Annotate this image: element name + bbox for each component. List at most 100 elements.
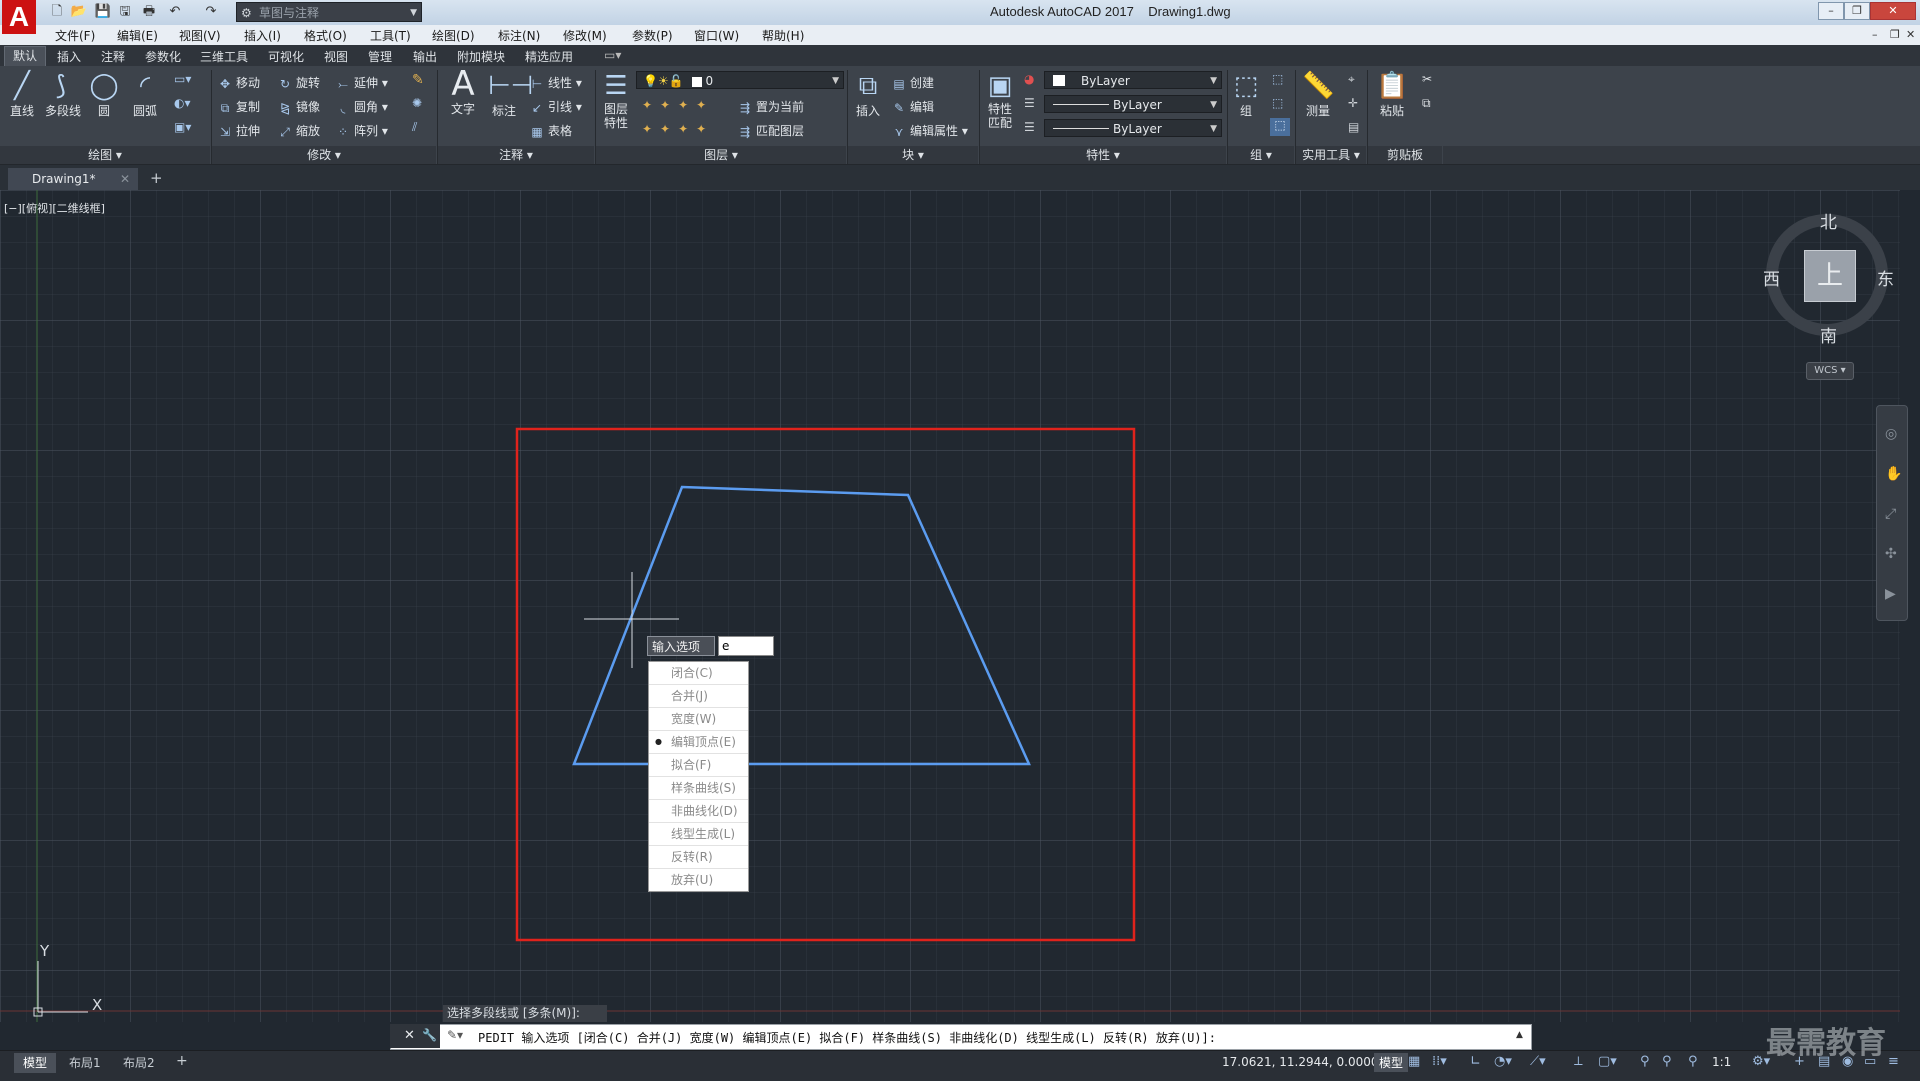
option-fit[interactable]: 拟合(F) xyxy=(649,754,748,777)
layer-state-icons[interactable]: ✦✦✦✦ xyxy=(642,98,714,112)
menu-dimension[interactable]: 标注(N) xyxy=(498,27,540,44)
grid-icon[interactable]: ▦ xyxy=(1408,1054,1420,1069)
model-space-button[interactable]: 模型 xyxy=(1374,1053,1409,1072)
layout-tab-model[interactable]: 模型 xyxy=(14,1053,57,1073)
menu-draw[interactable]: 绘图(D) xyxy=(432,27,475,44)
leader-tool[interactable]: ↙ 引线 ▾ xyxy=(530,98,582,115)
quick-select-icon[interactable]: ⌖ xyxy=(1348,72,1355,87)
compass-west[interactable]: 西 xyxy=(1763,265,1780,290)
erase-icon[interactable]: ✎ xyxy=(412,72,424,88)
tab-manage[interactable]: 管理 xyxy=(368,48,392,65)
menu-edit[interactable]: 编辑(E) xyxy=(117,27,158,44)
layout-tab-2[interactable]: 布局2 xyxy=(114,1053,164,1073)
isometric-icon[interactable]: ⟋▾ xyxy=(1530,1054,1546,1069)
calculator-icon[interactable]: ▤ xyxy=(1348,120,1359,134)
panel-annotation-label[interactable]: 注释 ▾ xyxy=(438,146,594,164)
menu-modify[interactable]: 修改(M) xyxy=(563,27,607,44)
annotation-scale-value[interactable]: 1:1 xyxy=(1712,1055,1731,1069)
tab-home[interactable]: 默认 xyxy=(4,46,47,66)
customization-menu-icon[interactable]: ≡ xyxy=(1888,1054,1899,1069)
option-undo[interactable]: 放弃(U) xyxy=(649,869,748,891)
hatch-icon[interactable]: ◐▾ xyxy=(174,96,191,110)
application-menu-logo[interactable]: A xyxy=(2,0,36,34)
layer-dropdown[interactable]: 💡☀🔓 0 ▼ xyxy=(636,71,844,89)
workspace-dropdown[interactable]: ⚙ 草图与注释 ▼ xyxy=(236,2,422,22)
panel-properties-label[interactable]: 特性 ▾ xyxy=(980,146,1226,164)
linetype-dropdown[interactable]: ByLayer ▼ xyxy=(1044,95,1222,113)
doc-restore-button[interactable]: ❐ xyxy=(1890,28,1900,41)
ortho-icon[interactable]: ∟ xyxy=(1470,1054,1481,1069)
menu-file[interactable]: 文件(F) xyxy=(55,27,95,44)
arc-tool[interactable]: ◜ 圆弧 xyxy=(129,70,161,119)
line-tool[interactable]: ╱ 直线 xyxy=(6,70,38,119)
close-icon[interactable]: ✕ xyxy=(120,168,130,190)
layer-tool-icons[interactable]: ✦✦✦✦ xyxy=(642,122,714,136)
linear-dim-tool[interactable]: ⊢ 线性 ▾ xyxy=(530,74,582,91)
zoom-extents-icon[interactable]: ⤢ xyxy=(1885,506,1896,522)
fillet-tool[interactable]: ◟ 圆角 ▾ xyxy=(336,98,388,115)
option-reverse[interactable]: 反转(R) xyxy=(649,846,748,869)
tab-view[interactable]: 视图 xyxy=(324,48,348,65)
layer-properties-tool[interactable]: ☰ 图层 特性 xyxy=(600,70,632,130)
dimension-tool[interactable]: ⊢⊣ 标注 xyxy=(488,70,533,119)
tab-parametric[interactable]: 参数化 xyxy=(145,48,181,65)
tab-visualize[interactable]: 可视化 xyxy=(268,48,304,65)
panel-block-label[interactable]: 块 ▾ xyxy=(848,146,978,164)
menu-format[interactable]: 格式(O) xyxy=(304,27,347,44)
save-as-icon[interactable]: 🖫 xyxy=(116,3,134,21)
doc-minimize-button[interactable]: – xyxy=(1872,28,1878,41)
menu-insert[interactable]: 插入(I) xyxy=(244,27,281,44)
close-command-icon[interactable]: ✕ xyxy=(404,1028,415,1043)
table-tool[interactable]: ▦ 表格 xyxy=(530,122,572,139)
rectangle-icon[interactable]: ▭▾ xyxy=(174,72,191,86)
drawing-file-tab[interactable]: Drawing1* ✕ xyxy=(8,168,138,190)
option-decurve[interactable]: 非曲线化(D) xyxy=(649,800,748,823)
wcs-menu[interactable]: WCS ▾ xyxy=(1806,362,1854,380)
object-snap-tracking-icon[interactable]: ⟂ xyxy=(1574,1054,1583,1069)
polyline-trapezoid[interactable] xyxy=(572,485,1031,766)
annotation-visibility-icon[interactable]: ⚲ xyxy=(1640,1054,1650,1069)
cut-icon[interactable]: ✂ xyxy=(1422,72,1432,86)
menu-tools[interactable]: 工具(T) xyxy=(370,27,411,44)
steering-wheel-icon[interactable]: ◎ xyxy=(1885,426,1897,442)
add-layout-plus-icon[interactable]: + xyxy=(176,1053,188,1069)
offset-icon[interactable]: ⫽ xyxy=(412,120,417,135)
panel-utilities-label[interactable]: 实用工具 ▾ xyxy=(1296,146,1366,164)
ungroup-icon[interactable]: ⬚ xyxy=(1272,72,1283,86)
group-select-icon[interactable]: ⬚ xyxy=(1270,118,1290,136)
panel-groups-label[interactable]: 组 ▾ xyxy=(1228,146,1294,164)
print-icon[interactable]: 🖶 xyxy=(140,3,158,21)
polyline-tool[interactable]: ⟆ 多段线 xyxy=(45,70,81,119)
panel-modify-label[interactable]: 修改 ▾ xyxy=(212,146,436,164)
copy-tool[interactable]: ⧉ 复制 xyxy=(218,98,260,115)
color-dropdown[interactable]: ByLayer ▼ xyxy=(1044,71,1222,89)
scale-tool[interactable]: ⤢ 缩放 xyxy=(278,122,320,139)
id-point-icon[interactable]: ✛ xyxy=(1348,96,1358,110)
copy-clip-icon[interactable]: ⧉ xyxy=(1422,96,1431,111)
circle-tool[interactable]: ◯ 圆 xyxy=(88,70,120,119)
pan-hand-icon[interactable]: ✋ xyxy=(1885,466,1902,482)
panel-draw-label[interactable]: 绘图 ▾ xyxy=(0,146,210,164)
panel-layers-label[interactable]: 图层 ▾ xyxy=(596,146,846,164)
match-properties-tool[interactable]: ▣ 特性 匹配 xyxy=(984,70,1016,130)
array-tool[interactable]: ⁘ 阵列 ▾ xyxy=(336,122,388,139)
maximize-button[interactable]: ❐ xyxy=(1844,2,1870,20)
save-icon[interactable]: 💾 xyxy=(94,3,112,21)
mirror-tool[interactable]: ⧎ 镜像 xyxy=(278,98,320,115)
edit-attributes-tool[interactable]: ⋎ 编辑属性 ▾ xyxy=(892,122,968,139)
edit-block-tool[interactable]: ✎ 编辑 xyxy=(892,98,934,115)
option-join[interactable]: 合并(J) xyxy=(649,685,748,708)
tab-3d-tools[interactable]: 三维工具 xyxy=(200,48,248,65)
menu-view[interactable]: 视图(V) xyxy=(179,27,221,44)
redo-icon[interactable]: ↷ xyxy=(202,3,220,21)
menu-parametric[interactable]: 参数(P) xyxy=(632,27,673,44)
doc-close-button[interactable]: ✕ xyxy=(1906,28,1915,41)
menu-window[interactable]: 窗口(W) xyxy=(694,27,739,44)
set-current-layer-tool[interactable]: ⇶ 置为当前 xyxy=(738,98,804,115)
ribbon-options-icon[interactable]: ▭▾ xyxy=(604,48,621,62)
tab-output[interactable]: 输出 xyxy=(413,48,437,65)
move-tool[interactable]: ✥ 移动 xyxy=(218,74,260,91)
tab-annotate[interactable]: 注释 xyxy=(101,48,125,65)
cursor-coordinates[interactable]: 17.0621, 11.2944, 0.0000 xyxy=(1222,1055,1379,1069)
customize-wrench-icon[interactable]: 🔧 xyxy=(422,1028,437,1042)
